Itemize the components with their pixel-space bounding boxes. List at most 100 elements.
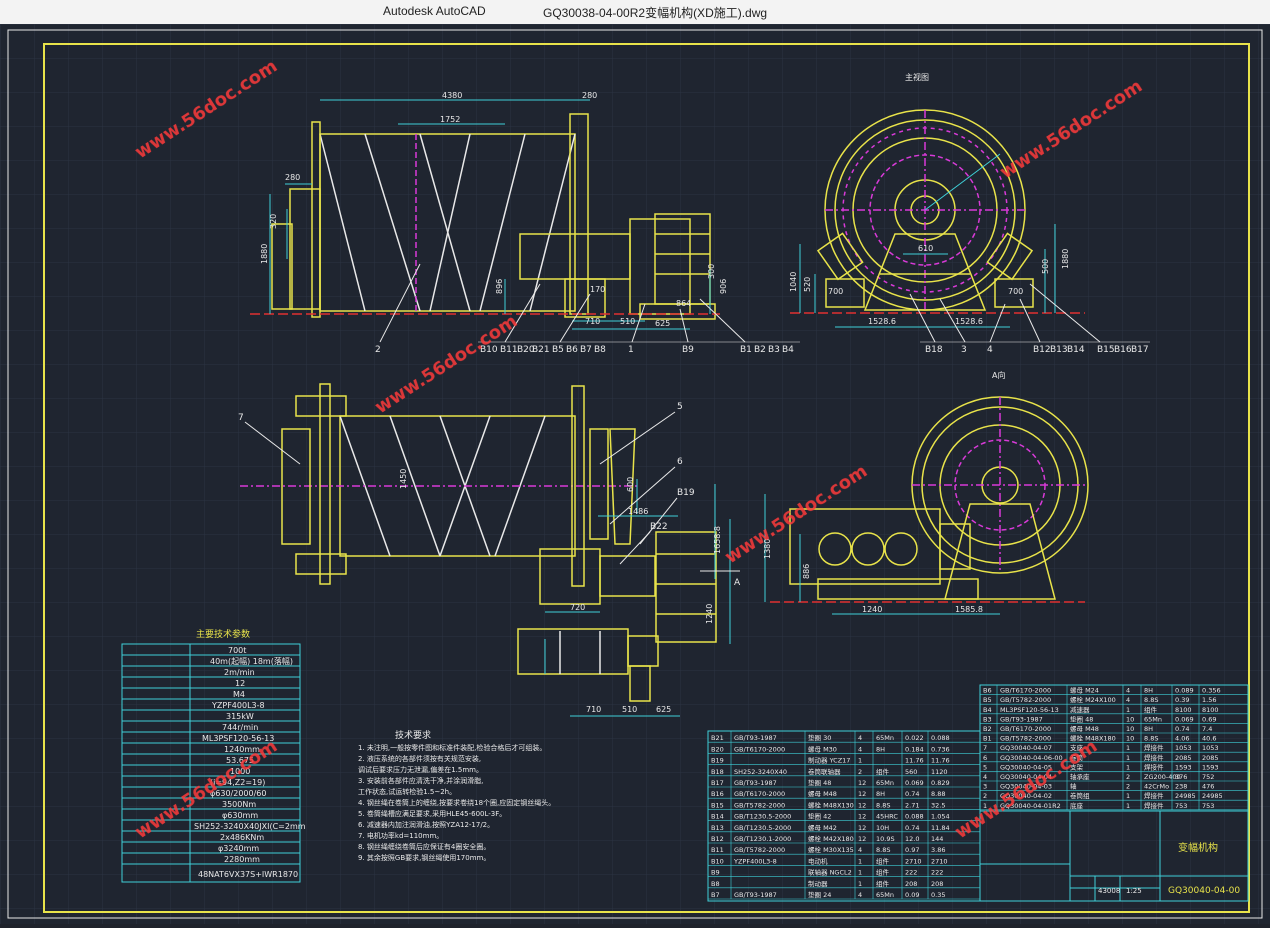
bom-left-cell: 8H xyxy=(876,790,885,798)
bom-left-cell: 4 xyxy=(858,846,862,854)
bom-left-cell: B21 xyxy=(711,734,724,742)
bom-right-cell: 1 xyxy=(1126,754,1130,762)
dim-plan-8: 625 xyxy=(656,705,671,714)
bom-left-cell: 4 xyxy=(858,745,862,753)
bom-left-cell: GB/T6170-2000 xyxy=(734,745,785,753)
bom-left-cell: 12 xyxy=(858,801,866,809)
bom-left-cell: 2 xyxy=(858,768,862,776)
bom-right-cell: 10 xyxy=(1126,735,1134,743)
balloon-b1: B1 xyxy=(740,345,752,355)
bom-left-cell: 1 xyxy=(858,880,862,888)
tech-value-20: 2280mm xyxy=(224,855,260,864)
bom-right-cell: ML3PSF120-56-13 xyxy=(1000,706,1059,714)
bom-left-cell: 8.88 xyxy=(931,790,945,798)
dim-front-9: 510 xyxy=(620,317,635,326)
bom-right-cell: 476 xyxy=(1202,783,1214,791)
balloon-b21: B21 xyxy=(532,345,550,355)
bom-right-cell: 1593 xyxy=(1175,763,1192,771)
dim-front-10: 625 xyxy=(655,319,670,328)
tech-value-1: 700t xyxy=(228,646,246,655)
bom-left-cell: GB/T1230.5-2000 xyxy=(734,824,791,832)
bom-right-cell: 2085 xyxy=(1175,754,1192,762)
bom-left-cell: 垫圈 24 xyxy=(808,890,831,899)
bom-right-cell: 0.74 xyxy=(1175,725,1189,733)
balloon-b15: B15 xyxy=(1097,345,1115,355)
bom-left-cell: B17 xyxy=(711,779,724,787)
balloon-b17: B17 xyxy=(1131,345,1149,355)
bom-left-cell: 65Mn xyxy=(876,891,894,899)
bom-right-cell: 底座 xyxy=(1070,801,1084,810)
bom-right-cell: GB/T5782-2000 xyxy=(1000,735,1051,743)
bom-right-cell: 7 xyxy=(983,744,987,752)
tech-value-7: 315kW xyxy=(226,712,254,721)
bom-right-cell: 753 xyxy=(1202,802,1214,810)
bom-left-cell: 垫圈 30 xyxy=(808,733,831,742)
bom-left-cell: 144 xyxy=(931,835,943,843)
tech-note-6: 4. 钢丝绳在卷筒上的缠绕,按要求卷绕18个圈,应固定钢丝绳头。 xyxy=(358,798,555,807)
bom-right-cell: 1 xyxy=(1126,706,1130,714)
bom-right-cell: 0.69 xyxy=(1202,715,1216,723)
bom-left-cell: 10H xyxy=(876,824,889,832)
bom-left-cell: 电动机 xyxy=(808,856,828,865)
bom-right-cell: 轴承座 xyxy=(1070,772,1090,781)
bom-left-cell: B16 xyxy=(711,790,724,798)
bom-right-cell: 螺母 M24 xyxy=(1070,686,1099,695)
bom-left-cell: B10 xyxy=(711,857,724,865)
bom-right-cell: 4 xyxy=(1126,696,1130,704)
dim-aview-2: 886 xyxy=(802,564,811,579)
bom-right-cell: 2 xyxy=(1126,783,1130,791)
bom-left-cell: 12.0 xyxy=(905,835,919,843)
dim-front-12: 864 xyxy=(676,299,691,308)
bom-right-cell: 轴 xyxy=(1070,782,1077,791)
bom-right-cell: 0.356 xyxy=(1202,687,1221,695)
bom-right-cell: 1 xyxy=(1126,744,1130,752)
balloon-b12: B12 xyxy=(1033,345,1051,355)
bom-right-cell: 4.06 xyxy=(1175,735,1189,743)
balloon-3: 3 xyxy=(961,345,967,355)
bom-left-cell: 2710 xyxy=(931,857,948,865)
bom-left-cell: B8 xyxy=(711,880,720,888)
bom-right-cell: 1593 xyxy=(1202,763,1219,771)
balloon-b7: B7 xyxy=(580,345,592,355)
drawing-canvas[interactable]: 4380 280 1752 280 320 1880 896 170 510 6… xyxy=(0,24,1270,924)
bom-right-cell: B2 xyxy=(983,725,992,733)
balloon-7: 7 xyxy=(238,413,244,423)
bom-right-cell: 螺母 M48 xyxy=(1070,724,1099,733)
bom-left-cell: 208 xyxy=(905,880,917,888)
bom-right-cell: 1 xyxy=(1126,763,1130,771)
bom-right-cell: 4 xyxy=(1126,687,1130,695)
bom-left-cell: 12 xyxy=(858,790,866,798)
bom-right-cell: 8.8S xyxy=(1144,696,1158,704)
bom-right-cell: B4 xyxy=(983,706,992,714)
bom-right-cell: 组件 xyxy=(1144,705,1158,714)
dim-plan-9: 600 xyxy=(626,477,635,492)
bom-left-cell: B12 xyxy=(711,835,724,843)
balloon-2: 2 xyxy=(375,345,381,355)
dim-plan-1: 1450 xyxy=(399,469,408,489)
bom-left-cell: 1.054 xyxy=(931,813,950,821)
bom-right-cell: 0.069 xyxy=(1175,715,1194,723)
bom-left-cell: 1 xyxy=(858,869,862,877)
bom-left-cell: 0.184 xyxy=(905,745,924,753)
bom-right-cell: 8H xyxy=(1144,687,1153,695)
dim-side-7: 700 xyxy=(1008,287,1023,296)
bom-right-cell: GQ30040-04-07 xyxy=(1000,744,1052,752)
balloon-b22: B22 xyxy=(650,522,668,532)
bom-left-cell: 8.8S xyxy=(876,801,890,809)
balloon-b13: B13 xyxy=(1050,345,1068,355)
balloon-b14: B14 xyxy=(1067,345,1085,355)
bom-left-cell: 560 xyxy=(905,768,917,776)
bom-right-cell: GB/T6170-2000 xyxy=(1000,687,1051,695)
balloon-6: 6 xyxy=(677,457,683,467)
tech-note-3: 调试后要求压力无泄漏,偏差在1.5mm。 xyxy=(358,765,483,774)
balloon-b6: B6 xyxy=(566,345,578,355)
bom-left-cell: 0.088 xyxy=(905,813,924,821)
bom-right-cell: GB/T5782-2000 xyxy=(1000,696,1051,704)
dim-plan-7: 710 xyxy=(586,705,601,714)
bom-left-cell: 2.71 xyxy=(905,801,919,809)
dim-front-5: 320 xyxy=(269,214,278,229)
bom-left-cell: 联轴器 NGCL2 xyxy=(808,868,852,877)
bom-left-cell: 卷筒联轴器 xyxy=(808,767,841,776)
view-arrow-a: A xyxy=(734,578,741,588)
bom-left-cell: 8.8S xyxy=(876,846,890,854)
